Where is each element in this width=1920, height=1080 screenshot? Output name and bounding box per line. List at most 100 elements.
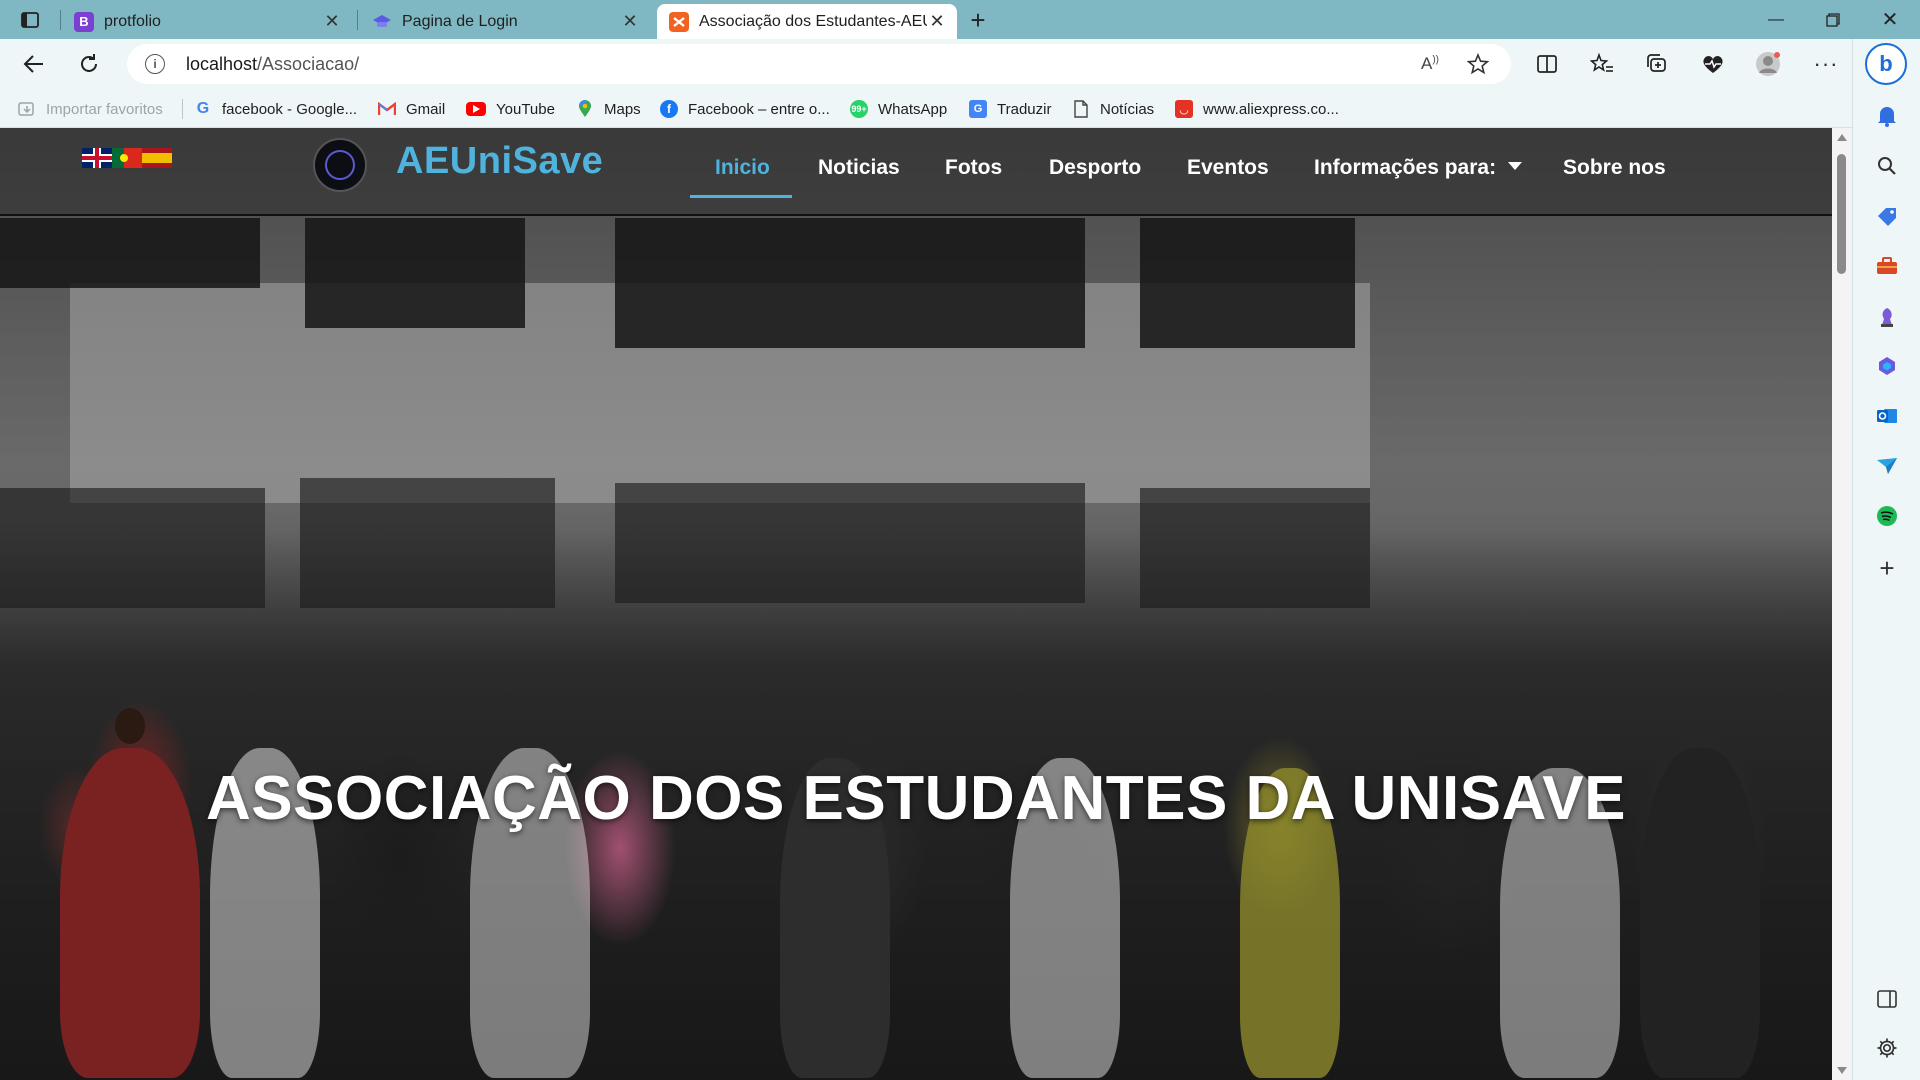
notifications-bell-icon[interactable] [1873, 102, 1901, 130]
scroll-up-arrow-icon[interactable] [1837, 134, 1847, 141]
browser-toolbar: i localhost/Associacao/ A)) ··· [0, 39, 1920, 89]
caret-down-icon [1508, 162, 1523, 171]
favorite-gmail[interactable]: Gmail [378, 98, 445, 120]
uk-flag-icon[interactable] [82, 148, 112, 168]
google-icon: G [196, 100, 210, 117]
profile-button[interactable] [1750, 46, 1786, 82]
building-window [615, 218, 1085, 348]
tab-protfolio[interactable]: B protfolio ✕ [62, 4, 352, 39]
tab-close-icon[interactable]: ✕ [322, 11, 342, 32]
favorite-label: Notícias [1100, 100, 1155, 118]
favorite-whatsapp[interactable]: 99+ WhatsApp [850, 98, 947, 120]
address-bar[interactable]: i localhost/Associacao/ A)) [127, 44, 1511, 84]
tab-close-icon[interactable]: ✕ [927, 11, 947, 32]
favorite-noticias[interactable]: Notícias [1072, 98, 1154, 120]
sidebar-settings-gear-icon[interactable] [1873, 1034, 1901, 1062]
graduation-cap-favicon-icon [372, 12, 392, 32]
favorite-label: Facebook – entre o... [688, 100, 830, 118]
nav-noticias[interactable]: Noticias [818, 156, 900, 180]
spotify-icon[interactable] [1873, 502, 1901, 530]
nav-inicio[interactable]: Inicio [715, 156, 770, 180]
tab-associacao-active[interactable]: Associação dos Estudantes-AEUnisave ✕ [657, 4, 957, 39]
close-window-button[interactable]: ✕ [1862, 0, 1918, 39]
document-icon [1072, 100, 1090, 118]
tab-separator [60, 10, 61, 30]
reload-button[interactable] [71, 46, 107, 82]
favorite-label: WhatsApp [878, 100, 948, 118]
tab-actions-button[interactable] [10, 6, 50, 34]
nav-fotos[interactable]: Fotos [945, 156, 1002, 180]
search-icon[interactable] [1873, 152, 1901, 180]
url-host: localhost [186, 54, 258, 74]
send-plane-icon[interactable] [1873, 452, 1901, 480]
split-screen-button[interactable] [1529, 46, 1565, 82]
back-arrow-icon [23, 55, 43, 73]
page-scrollbar[interactable] [1832, 128, 1852, 1080]
scroll-down-arrow-icon[interactable] [1837, 1067, 1847, 1074]
xampp-favicon-icon [669, 11, 689, 32]
tab-close-icon[interactable]: ✕ [620, 11, 640, 32]
nav-informacoes-dropdown[interactable]: Informações para: [1314, 156, 1523, 180]
favorites-button[interactable] [1584, 46, 1620, 82]
nav-eventos[interactable]: Eventos [1187, 156, 1269, 180]
nav-informacoes-label: Informações para: [1314, 156, 1497, 179]
plus-icon: + [970, 4, 986, 35]
portugal-flag-icon[interactable] [112, 148, 142, 168]
shopping-tag-icon[interactable] [1873, 202, 1901, 230]
nav-sobre-nos[interactable]: Sobre nos [1563, 156, 1666, 180]
minimize-button[interactable]: — [1748, 0, 1804, 39]
spain-flag-icon[interactable] [142, 148, 172, 168]
settings-more-button[interactable]: ··· [1808, 46, 1844, 82]
favorite-label: Importar favoritos [46, 100, 163, 118]
browser-essentials-button[interactable] [1695, 46, 1731, 82]
url-text[interactable]: localhost/Associacao/ [186, 54, 359, 75]
hide-sidebar-icon[interactable] [1873, 985, 1901, 1013]
minimize-icon: — [1768, 10, 1784, 28]
site-logo[interactable] [313, 138, 367, 192]
heart-pulse-icon [1703, 56, 1723, 73]
maps-icon [576, 100, 594, 118]
microsoft365-icon[interactable] [1873, 352, 1901, 380]
favorite-facebook[interactable]: f Facebook – entre o... [660, 98, 830, 120]
logo-emblem-icon [325, 150, 355, 180]
favorite-import[interactable]: Importar favoritos [18, 98, 163, 120]
new-tab-button[interactable]: + [963, 4, 993, 35]
site-info-icon[interactable]: i [145, 54, 165, 74]
read-aloud-icon[interactable]: A)) [1417, 51, 1443, 77]
games-chess-icon[interactable] [1873, 302, 1901, 330]
scroll-thumb[interactable] [1837, 154, 1846, 274]
hero-title: ASSOCIAÇÃO DOS ESTUDANTES DA UNISAVE [205, 764, 1627, 833]
tab-title: Pagina de Login [402, 12, 518, 30]
favorite-maps[interactable]: Maps [576, 98, 641, 120]
favorite-label: YouTube [496, 100, 555, 118]
building-window [305, 218, 525, 328]
collections-button[interactable] [1639, 46, 1675, 82]
restore-icon [1826, 12, 1840, 27]
close-icon: ✕ [1881, 9, 1899, 31]
tab-pagina-de-login[interactable]: Pagina de Login ✕ [360, 4, 650, 39]
collections-icon [1647, 54, 1666, 72]
nav-active-indicator [690, 195, 792, 198]
back-button[interactable] [16, 46, 52, 82]
favorite-traduzir[interactable]: G Traduzir [969, 98, 1051, 120]
outlook-icon[interactable] [1873, 402, 1901, 430]
whatsapp-icon: 99+ [850, 100, 868, 118]
restore-button[interactable] [1805, 0, 1861, 39]
add-sidebar-app-icon[interactable]: + [1873, 553, 1901, 583]
favorite-label: Traduzir [997, 100, 1052, 118]
copilot-button[interactable]: b [1865, 43, 1907, 85]
url-path: /Associacao/ [257, 54, 360, 74]
profile-avatar-icon [1756, 52, 1780, 76]
aliexpress-icon: ◡ [1175, 100, 1193, 118]
favorite-aliexpress[interactable]: ◡ www.aliexpress.co... [1175, 98, 1339, 120]
facebook-icon: f [660, 100, 678, 118]
favorite-star-icon[interactable] [1465, 51, 1491, 77]
favorite-google[interactable]: G facebook - Google... [194, 98, 357, 120]
tab-title: protfolio [104, 12, 161, 30]
tools-toolbox-icon[interactable] [1873, 252, 1901, 280]
favorite-label: Gmail [406, 100, 446, 118]
favorite-youtube[interactable]: YouTube [466, 98, 555, 120]
youtube-icon [466, 102, 486, 116]
nav-desporto[interactable]: Desporto [1049, 156, 1141, 180]
site-brand[interactable]: AEUniSave [396, 140, 603, 183]
